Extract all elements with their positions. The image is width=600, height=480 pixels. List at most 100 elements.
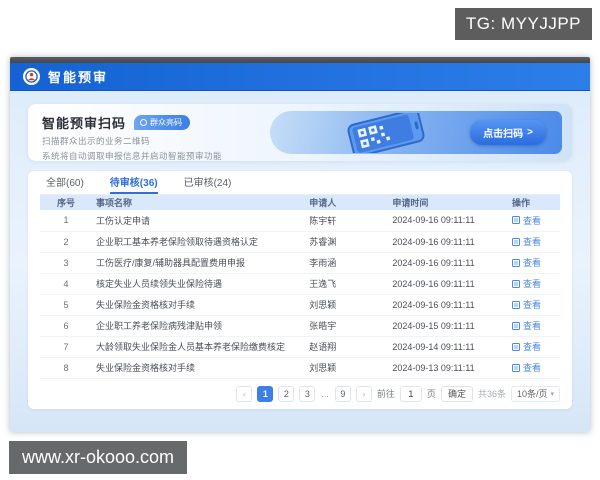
jump-unit: 页 — [426, 389, 436, 399]
cell-no: 6 — [40, 315, 92, 337]
cell-item: 失业保险金资格核对手续 — [92, 357, 306, 379]
hand-scan-icon — [140, 119, 148, 126]
cell-item: 工伤医疗/康复/辅助器具配置费用申报 — [92, 252, 306, 274]
page-button-9[interactable]: 9 — [334, 385, 351, 402]
tab-all[interactable]: 全部(60) — [46, 171, 84, 194]
table-row: 4 核定失业人员续领失业保险待遇 王逸飞 2024-09-16 09:11:11… — [40, 273, 560, 295]
scan-button-arrow-icon: > — [527, 127, 533, 138]
app-window: 智能预审 智能预审扫码 群众亮码 扫描群众出示的业务二维码 系统将自动调取申报信… — [10, 57, 590, 432]
page-jump-input[interactable] — [399, 385, 422, 402]
cell-item: 核定失业人员续领失业保险待遇 — [92, 273, 306, 295]
cell-no: 4 — [40, 273, 92, 295]
tab-reviewed[interactable]: 已审核(24) — [184, 171, 232, 194]
view-label: 查看 — [522, 237, 541, 247]
cell-time: 2024-09-16 09:11:11 — [388, 273, 508, 295]
cell-no: 3 — [40, 252, 92, 274]
cell-item: 工伤认定申请 — [92, 210, 306, 232]
content-card: 全部(60) 待审核(36) 已审核(24) 序号 事项名称 申请人 申请时间 … — [28, 171, 572, 409]
view-icon — [511, 363, 520, 372]
cell-applicant: 张皓宇 — [305, 315, 389, 337]
cell-time: 2024-09-13 09:11:11 — [388, 357, 508, 379]
table-header-row: 序号 事项名称 申请人 申请时间 操作 — [40, 195, 560, 210]
page-ellipsis: ... — [321, 388, 329, 399]
next-page-button[interactable]: › — [355, 385, 372, 402]
total-count: 共36条 — [477, 389, 506, 399]
page-button-3[interactable]: 3 — [299, 385, 316, 402]
col-header-item: 事项名称 — [92, 195, 306, 210]
view-icon — [511, 321, 520, 330]
cell-applicant: 刘思颖 — [305, 294, 389, 316]
phone-qr-illustration — [332, 111, 440, 154]
view-icon — [511, 300, 520, 309]
app-logo-icon — [23, 68, 40, 85]
prev-page-button[interactable]: ‹ — [236, 385, 253, 402]
view-label: 查看 — [522, 258, 541, 268]
col-header-applicant: 申请人 — [305, 195, 389, 210]
cell-applicant: 苏睿渊 — [305, 231, 389, 253]
dropdown-chevron-icon: ▾ — [550, 390, 554, 398]
view-label: 查看 — [522, 215, 541, 226]
view-button[interactable]: 查看 — [511, 298, 541, 311]
confirm-button[interactable]: 确定 — [440, 385, 473, 402]
scan-button[interactable]: 点击扫码 > — [470, 120, 546, 145]
crowd-code-badge: 群众亮码 — [134, 115, 191, 130]
cell-applicant: 陈宇轩 — [305, 210, 389, 232]
cell-time: 2024-09-15 09:11:11 — [388, 315, 508, 337]
view-button[interactable]: 查看 — [511, 235, 541, 248]
app-body: 智能预审扫码 群众亮码 扫描群众出示的业务二维码 系统将自动调取申报信息并启动智… — [10, 91, 590, 409]
table-row: 2 企业职工基本养老保险领取待遇资格认定 苏睿渊 2024-09-16 09:1… — [40, 231, 560, 253]
view-button[interactable]: 查看 — [511, 361, 541, 374]
view-button[interactable]: 查看 — [511, 256, 541, 269]
cell-item: 企业职工基本养老保险领取待遇资格认定 — [92, 231, 306, 253]
scan-button-label: 点击扫码 — [483, 129, 524, 140]
cell-time: 2024-09-16 09:11:11 — [388, 231, 508, 253]
cell-time: 2024-09-16 09:11:11 — [388, 252, 508, 274]
cell-item: 企业职工养老保险病残津贴申领 — [92, 315, 306, 337]
table-row: 6 企业职工养老保险病残津贴申领 张皓宇 2024-09-15 09:11:11… — [40, 315, 560, 337]
page-size-select[interactable]: 10条/页 ▾ — [510, 385, 560, 402]
cell-item: 失业保险金资格核对手续 — [92, 294, 306, 316]
cell-applicant: 王逸飞 — [305, 273, 389, 295]
view-button[interactable]: 查看 — [511, 214, 541, 227]
screenshot-canvas: TG: MYYJJPP 智能预审 智能预审扫码 群众亮码 扫描群众出示的业务二维… — [0, 0, 600, 480]
view-button[interactable]: 查看 — [511, 319, 541, 332]
view-label: 查看 — [522, 342, 541, 352]
cell-time: 2024-09-14 09:11:11 — [388, 336, 508, 358]
cell-no: 5 — [40, 294, 92, 316]
page-size-label: 10条/页 — [516, 389, 548, 399]
view-button[interactable]: 查看 — [511, 340, 541, 353]
view-icon — [511, 237, 520, 246]
view-label: 查看 — [522, 321, 541, 331]
view-button[interactable]: 查看 — [511, 277, 541, 290]
page-button-2[interactable]: 2 — [278, 385, 295, 402]
cell-no: 1 — [40, 210, 92, 232]
tab-pending-review[interactable]: 待审核(36) — [109, 171, 158, 194]
approval-table: 序号 事项名称 申请人 申请时间 操作 1 工伤认定申请 陈宇轩 2024-09 — [40, 195, 560, 379]
table-row: 5 失业保险金资格核对手续 刘思颖 2024-09-16 09:11:11 查看 — [40, 294, 560, 316]
cell-no: 2 — [40, 231, 92, 253]
cell-applicant: 赵语翔 — [305, 336, 389, 358]
cell-applicant: 李雨涵 — [305, 252, 389, 274]
table-row: 7 大龄领取失业保险金人员基本养老保险缴费核定 赵语翔 2024-09-14 0… — [40, 336, 560, 358]
pagination: ‹ 1 2 3 ... 9 › 前往 页 确定 共36条 10条/页 ▾ — [40, 385, 560, 402]
banner-scan-panel: 点击扫码 > — [270, 111, 562, 154]
table-row: 8 失业保险金资格核对手续 刘思颖 2024-09-13 09:11:11 查看 — [40, 357, 560, 379]
crowd-code-badge-label: 群众亮码 — [150, 118, 183, 127]
view-label: 查看 — [522, 300, 541, 310]
cell-no: 8 — [40, 357, 92, 379]
page-button-1[interactable]: 1 — [257, 385, 274, 402]
site-watermark-badge: www.xr-okooo.com — [9, 441, 188, 474]
cell-applicant: 刘思颖 — [305, 357, 389, 379]
view-icon — [511, 342, 520, 351]
view-label: 查看 — [522, 363, 541, 373]
tabs-bar: 全部(60) 待审核(36) 已审核(24) — [40, 171, 560, 195]
cell-no: 7 — [40, 336, 92, 358]
app-header: 智能预审 — [10, 63, 590, 91]
cell-time: 2024-09-16 09:11:11 — [388, 294, 508, 316]
jump-label: 前往 — [376, 389, 395, 399]
col-header-no: 序号 — [40, 195, 92, 210]
cell-time: 2024-09-16 09:11:11 — [388, 210, 508, 232]
view-icon — [511, 216, 520, 225]
col-header-time: 申请时间 — [388, 195, 508, 210]
table-row: 3 工伤医疗/康复/辅助器具配置费用申报 李雨涵 2024-09-16 09:1… — [40, 252, 560, 274]
